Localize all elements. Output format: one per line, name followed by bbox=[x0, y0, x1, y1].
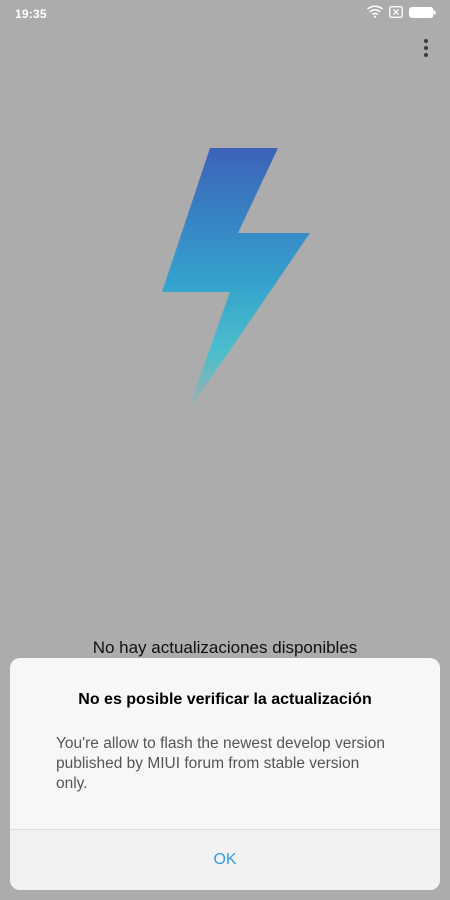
dialog-message: You're allow to flash the newest develop… bbox=[56, 735, 385, 792]
update-error-dialog: No es posible verificar la actualización… bbox=[10, 658, 440, 890]
no-sim-icon bbox=[389, 5, 403, 23]
battery-icon bbox=[409, 5, 436, 23]
wifi-icon bbox=[366, 5, 384, 23]
status-icons bbox=[361, 5, 436, 23]
status-time: 19:35 bbox=[15, 7, 47, 21]
status-bar: 19:35 bbox=[0, 0, 450, 28]
dialog-title: No es posible verificar la actualización bbox=[78, 691, 372, 708]
more-vertical-icon[interactable] bbox=[418, 36, 434, 60]
no-updates-message: No hay actualizaciones disponibles bbox=[92, 638, 358, 657]
lightning-bolt-icon bbox=[162, 148, 310, 413]
ok-button[interactable]: OK bbox=[10, 830, 440, 890]
